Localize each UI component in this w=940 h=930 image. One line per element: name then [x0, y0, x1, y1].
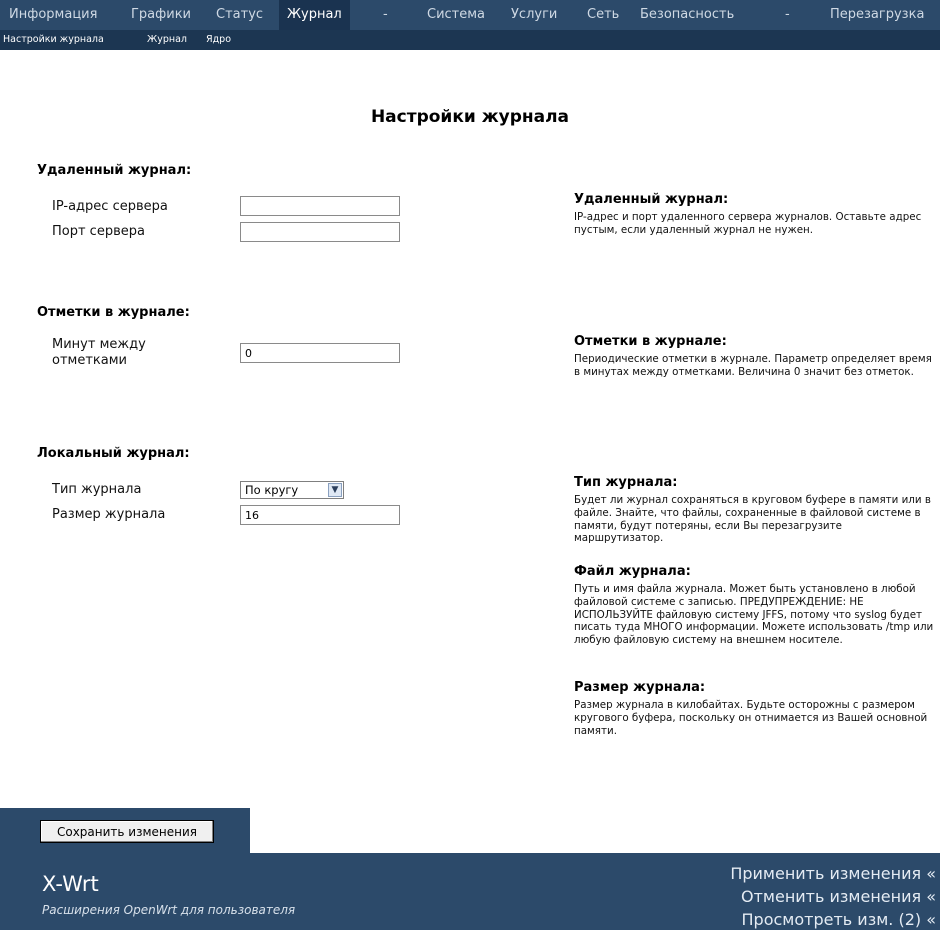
section-title-remote-log: Удаленный журнал:: [37, 163, 192, 178]
help-title-remote-log: Удаленный журнал:: [574, 192, 729, 207]
chevron-down-icon[interactable]: ▼: [328, 483, 342, 497]
brand-logo-text: X-Wrt: [42, 872, 99, 896]
help-text-log-marks: Периодические отметки в журнале. Парамет…: [574, 353, 932, 378]
save-changes-button[interactable]: Сохранить изменения: [40, 820, 214, 843]
log-size-label: Размер журнала: [52, 507, 166, 522]
log-type-label: Тип журнала: [52, 482, 142, 497]
section-title-log-marks: Отметки в журнале:: [37, 305, 190, 320]
review-changes-link[interactable]: Просмотреть изм. (2) «: [742, 910, 936, 929]
help-title-log-type: Тип журнала:: [574, 475, 678, 490]
nav-item-security[interactable]: Безопасность: [640, 0, 734, 30]
subnav-item-log-settings[interactable]: Настройки журнала: [3, 30, 104, 50]
log-size-input[interactable]: [240, 505, 400, 525]
help-title-log-file: Файл журнала:: [574, 564, 691, 579]
nav-item-reboot[interactable]: Перезагрузка: [830, 0, 924, 30]
subnav-item-log[interactable]: Журнал: [147, 30, 187, 50]
help-title-log-marks: Отметки в журнале:: [574, 334, 727, 349]
help-text-log-type: Будет ли журнал сохраняться в круговом б…: [574, 494, 931, 545]
nav-item-graphs[interactable]: Графики: [131, 0, 191, 30]
cancel-changes-link[interactable]: Отменить изменения «: [741, 887, 936, 906]
server-ip-label: IP-адрес сервера: [52, 199, 168, 214]
log-type-selected-value: По кругу: [245, 483, 299, 497]
help-text-remote-log: IP-адрес и порт удаленного сервера журна…: [574, 211, 922, 236]
minutes-between-marks-label: Минут между отметками: [52, 337, 146, 369]
minutes-between-marks-input[interactable]: [240, 343, 400, 363]
brand-tagline: Расширения OpenWrt для пользователя: [42, 903, 296, 917]
server-port-label: Порт сервера: [52, 224, 145, 239]
top-navigation: Информация Графики Статус Журнал - Систе…: [0, 0, 940, 30]
server-port-input[interactable]: [240, 222, 400, 242]
nav-item-system[interactable]: Система: [427, 0, 485, 30]
nav-separator: -: [785, 7, 790, 22]
page-title: Настройки журнала: [370, 107, 570, 127]
help-title-log-size: Размер журнала:: [574, 680, 706, 695]
minutes-label-line-1: Минут между: [52, 337, 146, 352]
server-ip-input[interactable]: [240, 196, 400, 216]
subnav-item-kernel[interactable]: Ядро: [206, 30, 231, 50]
nav-item-network[interactable]: Сеть: [587, 0, 619, 30]
help-text-log-size: Размер журнала в килобайтах. Будьте осто…: [574, 699, 928, 737]
nav-item-services[interactable]: Услуги: [511, 0, 557, 30]
nav-item-log[interactable]: Журнал: [279, 0, 350, 30]
log-type-select[interactable]: По кругу ▼: [240, 481, 344, 499]
minutes-label-line-2: отметками: [52, 353, 127, 368]
apply-changes-link[interactable]: Применить изменения «: [730, 864, 936, 883]
section-title-local-log: Локальный журнал:: [37, 446, 190, 461]
help-text-log-file: Путь и имя файла журнала. Может быть уст…: [574, 583, 934, 647]
nav-separator: -: [383, 7, 388, 22]
nav-item-status[interactable]: Статус: [216, 0, 263, 30]
sub-navigation: Настройки журнала Журнал Ядро: [0, 30, 940, 50]
nav-item-info[interactable]: Информация: [9, 0, 97, 30]
